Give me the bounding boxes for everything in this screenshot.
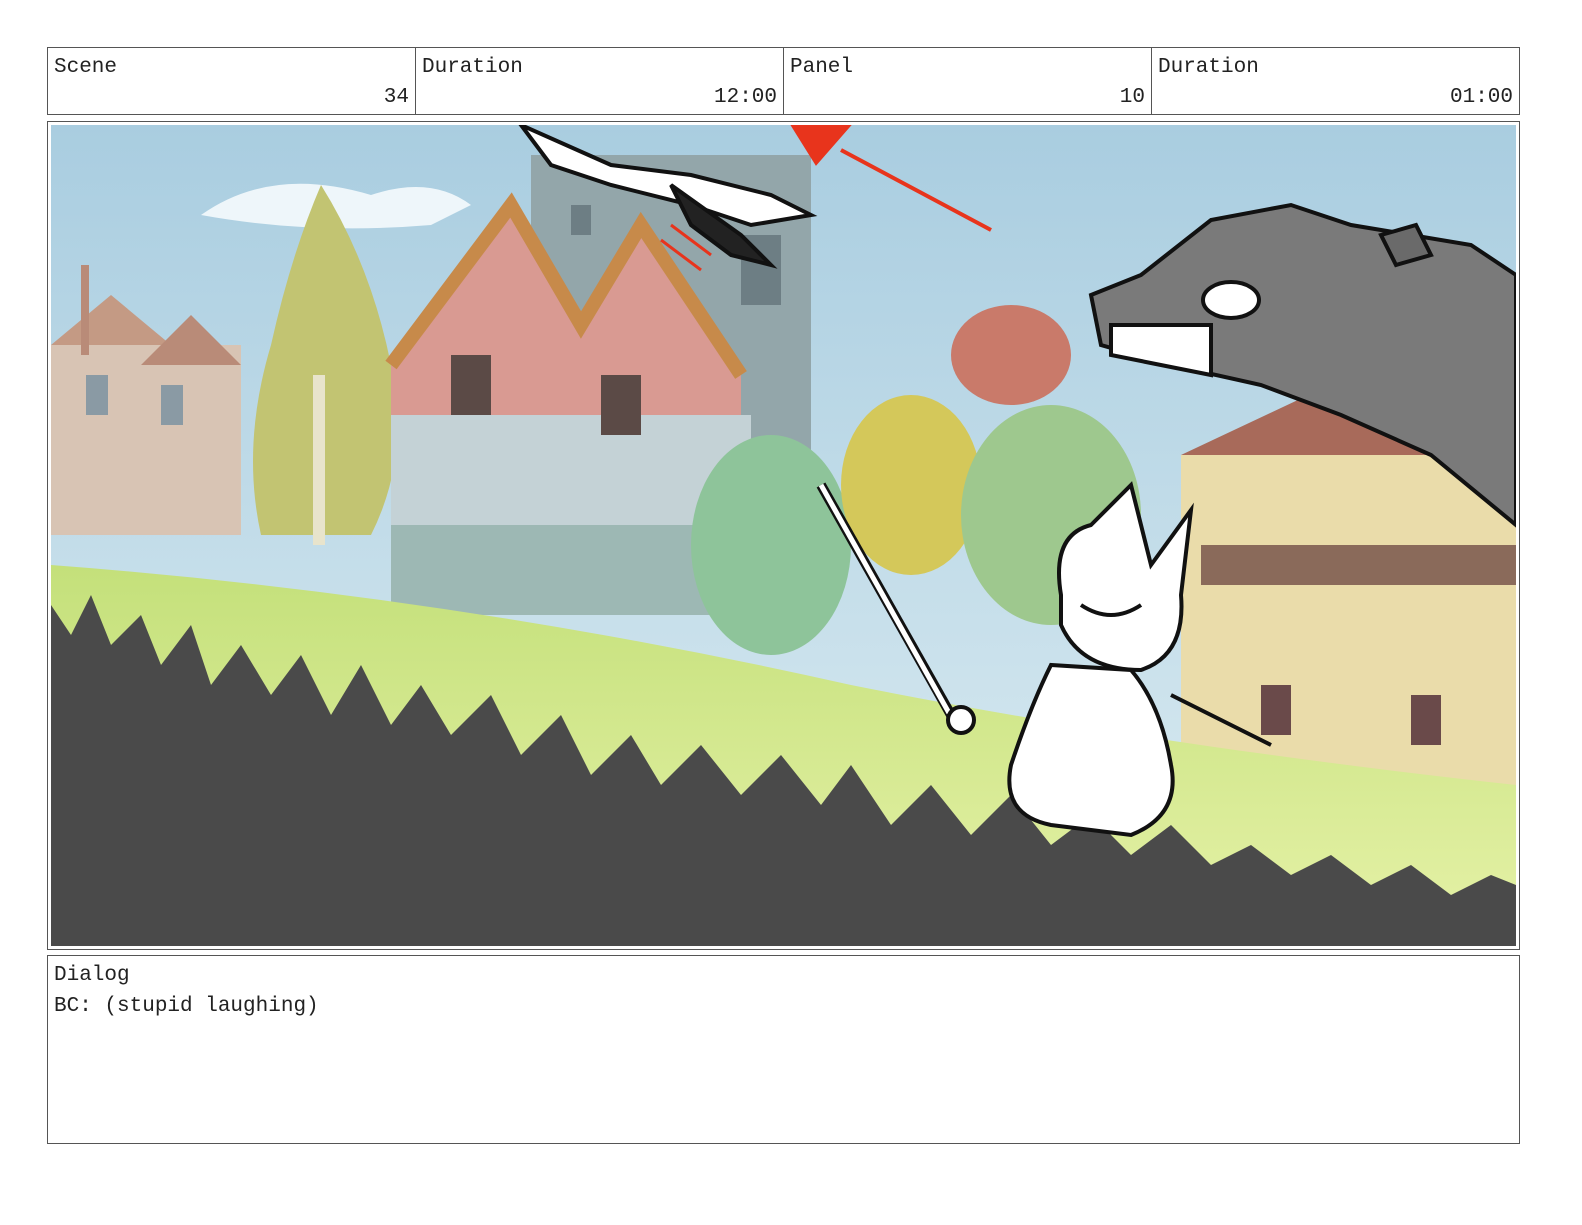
panel-duration-cell: Duration 01:00	[1152, 48, 1519, 114]
dialog-text: BC: (stupid laughing)	[54, 995, 319, 1018]
panel-info-header: Scene 34 Duration 12:00 Panel 10 Duratio…	[47, 47, 1520, 115]
dialog-box: Dialog BC: (stupid laughing)	[47, 955, 1520, 1144]
panel-number: 10	[1119, 86, 1145, 109]
scene-duration-value: 12:00	[713, 86, 777, 109]
panel-duration-label: Duration	[1158, 56, 1259, 79]
panel-label: Panel	[790, 56, 854, 79]
storyboard-drawing	[51, 125, 1516, 946]
scene-duration-cell: Duration 12:00	[416, 48, 784, 114]
scene-cell: Scene 34	[48, 48, 416, 114]
scene-label: Scene	[54, 56, 118, 79]
scene-duration-label: Duration	[422, 56, 523, 79]
scene-number: 34	[383, 86, 409, 109]
dialog-label: Dialog	[54, 964, 130, 987]
panel-duration-value: 01:00	[1449, 86, 1513, 109]
panel-cell: Panel 10	[784, 48, 1152, 114]
storyboard-panel	[47, 121, 1520, 950]
